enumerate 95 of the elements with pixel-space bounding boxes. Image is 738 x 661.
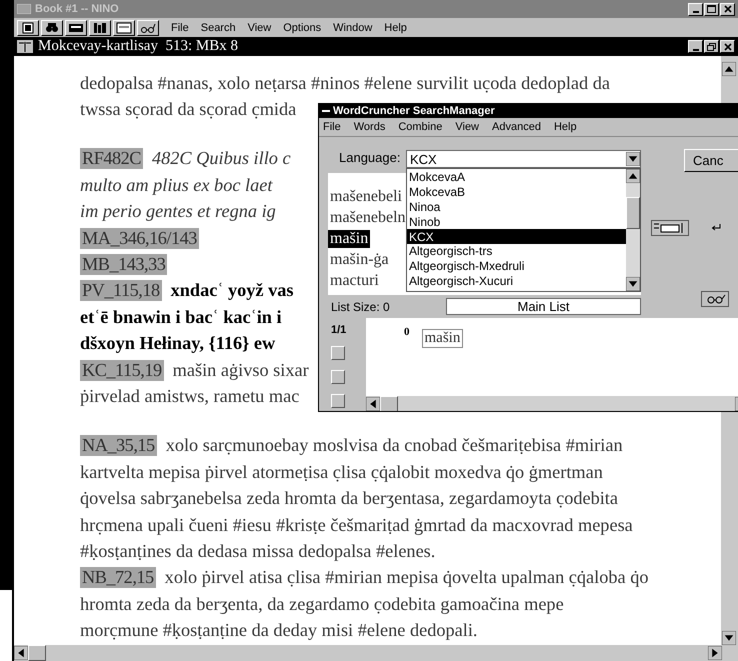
- text-line: xndacʿ yoyž vas: [170, 280, 294, 302]
- window-title: Book #1 -- NINO: [35, 3, 120, 15]
- restore-icon: [707, 42, 716, 50]
- scroll-up-icon[interactable]: [722, 62, 736, 76]
- scroll-left-icon[interactable]: [14, 646, 28, 660]
- word-item[interactable]: mašin: [328, 230, 370, 248]
- maximize-icon: [707, 5, 716, 13]
- scroll-left-icon[interactable]: [366, 396, 380, 410]
- menu-item[interactable]: Words: [354, 121, 386, 133]
- text-line: 482C Quibus illo c: [152, 148, 291, 170]
- menu-item[interactable]: File: [171, 22, 189, 34]
- scroll-down-icon[interactable]: [722, 631, 736, 645]
- close-button[interactable]: [720, 40, 735, 53]
- drawer-icon[interactable]: [65, 20, 87, 36]
- page-counter: 1/1: [331, 324, 346, 336]
- menu-item[interactable]: Help: [554, 121, 577, 133]
- minimize-button[interactable]: [688, 2, 703, 16]
- scroll-up-icon[interactable]: [626, 169, 640, 183]
- language-option[interactable]: Altgeorgisch-Mxedruli: [407, 258, 626, 274]
- text-line: xolo sarc̣munoebay moslvisa da cnobad češmariṭebisa #mirian: [166, 435, 623, 456]
- reference-label: MB_143,33: [80, 254, 168, 276]
- word-item[interactable]: mašenebeln: [328, 208, 408, 226]
- binoculars-icon[interactable]: [41, 20, 63, 36]
- dialog-title: WordCruncher SearchManager: [333, 105, 495, 117]
- scroll-thumb[interactable]: [626, 197, 640, 229]
- scroll-down-icon[interactable]: [626, 277, 640, 291]
- list-name-field[interactable]: Main List: [446, 298, 641, 315]
- language-dropdown[interactable]: KCX: [406, 150, 641, 168]
- dropdown-arrow-icon[interactable]: [626, 152, 640, 166]
- text-line: xolo ṗirvel atisa c̣lisa #mirian mepisa q̇ovelta upalman c̣q̇aloba q̇o: [164, 567, 648, 588]
- text-line: #ḳosṭanṭines da dedasa missa dedopalsa #elenes.: [80, 540, 436, 562]
- scroll-thumb[interactable]: [380, 396, 398, 411]
- text-line: hromta zeda da berʒenta, da zegardamo c̣odebita gamoačina mepe: [80, 594, 564, 615]
- return-arrow-icon[interactable]: [711, 224, 721, 232]
- text-line: kartvelta mepisa ṗirvel atormeṭisa c̣lisa c̣q̇alobit moxedva q̇o ġmertman: [80, 462, 603, 483]
- reference-label: KC_115,19: [80, 360, 164, 381]
- text-line: ṗirvelad amistws, rametu mac: [80, 386, 300, 407]
- minimize-icon: [692, 11, 698, 13]
- minimize-button[interactable]: [688, 40, 703, 53]
- text-line: im perio gentes et regna ig: [80, 201, 276, 222]
- text-line: multo am plius ex boc laet: [80, 174, 272, 196]
- small-button[interactable]: [331, 370, 345, 384]
- language-option[interactable]: Ninoa: [407, 200, 626, 214]
- language-option[interactable]: MokcevaA: [407, 170, 626, 185]
- books-icon[interactable]: [89, 20, 111, 36]
- maximize-button[interactable]: [704, 2, 719, 16]
- text-line: dedopalsa #nanas, xolo neṭarsa #ninos #elene survilit uc̣oda dedoplad da: [80, 72, 610, 94]
- hit-word[interactable]: mašin: [422, 329, 464, 348]
- small-button[interactable]: [331, 346, 345, 360]
- text-line: q̇ovelsa sabrʒanebelsa zeda hromta da berʒentasa, zegardamoyta c̣odebita: [80, 488, 618, 510]
- language-option[interactable]: Altgeorgisch-trs: [407, 244, 626, 259]
- menu-item[interactable]: Search: [200, 22, 236, 34]
- reference-label: PV_115,18: [80, 280, 162, 302]
- close-button[interactable]: [720, 2, 735, 16]
- language-option[interactable]: Ninob: [407, 214, 626, 230]
- text-line: morc̣mune #ḳosṭanṭine da deday misi #elene dedopali.: [80, 620, 478, 642]
- hit-count: 0: [404, 326, 410, 338]
- menu-item[interactable]: Options: [283, 22, 322, 34]
- document-title: Mokcevay-kartlisay 513: MBx 8: [38, 38, 239, 55]
- restore-button[interactable]: [704, 40, 719, 53]
- text-line: etʿē bnawin i bacʿ kacʿin i: [80, 306, 282, 328]
- menu-item[interactable]: Help: [384, 22, 407, 34]
- menu-item[interactable]: View: [455, 121, 480, 133]
- document-icon[interactable]: [17, 20, 39, 36]
- list-size-label: List Size: 0: [331, 300, 391, 314]
- text-line: hrc̣mena upali čueni #iesu #krisṭe češmariṭad ġmrtad da macxovrad mepesa: [80, 514, 633, 536]
- reference-label: NA_35,15: [80, 435, 157, 456]
- word-item[interactable]: macturi: [328, 272, 381, 290]
- menu-item[interactable]: Window: [333, 22, 372, 34]
- text-line: dšxoyn Hełinay, {116} ew: [80, 333, 276, 354]
- word-item[interactable]: mašenebeli: [328, 188, 404, 206]
- menu-item[interactable]: View: [248, 22, 272, 34]
- text-line: mašin aġivso sixar: [172, 360, 309, 381]
- text-line: twssa sc̣orad da sc̣orad c̣mida: [80, 99, 296, 120]
- menu-item[interactable]: File: [323, 121, 341, 133]
- language-option[interactable]: KCX: [407, 229, 626, 244]
- language-option[interactable]: MokcevaB: [407, 184, 626, 200]
- field-icon[interactable]: [651, 220, 689, 236]
- word-item[interactable]: mašin-ġa: [328, 250, 391, 268]
- minimize-icon: [692, 48, 698, 50]
- scroll-right-icon[interactable]: [708, 646, 722, 660]
- close-icon: [724, 5, 732, 13]
- card-icon[interactable]: [113, 20, 135, 36]
- close-icon: [724, 42, 732, 50]
- menu-item[interactable]: Advanced: [492, 121, 541, 133]
- scroll-thumb[interactable]: [28, 645, 46, 661]
- cancel-button[interactable]: Canc: [684, 149, 738, 172]
- language-label: Language:: [339, 150, 402, 167]
- small-button[interactable]: [331, 394, 345, 408]
- language-option[interactable]: Altgeorgisch-Xucuri: [407, 274, 626, 288]
- menu-item[interactable]: Combine: [398, 121, 442, 133]
- reference-label: NB_72,15: [80, 567, 156, 588]
- glasses-icon[interactable]: [701, 290, 729, 306]
- reference-label: MA_346,16/143: [80, 228, 199, 249]
- reference-label: RF482C: [80, 148, 143, 170]
